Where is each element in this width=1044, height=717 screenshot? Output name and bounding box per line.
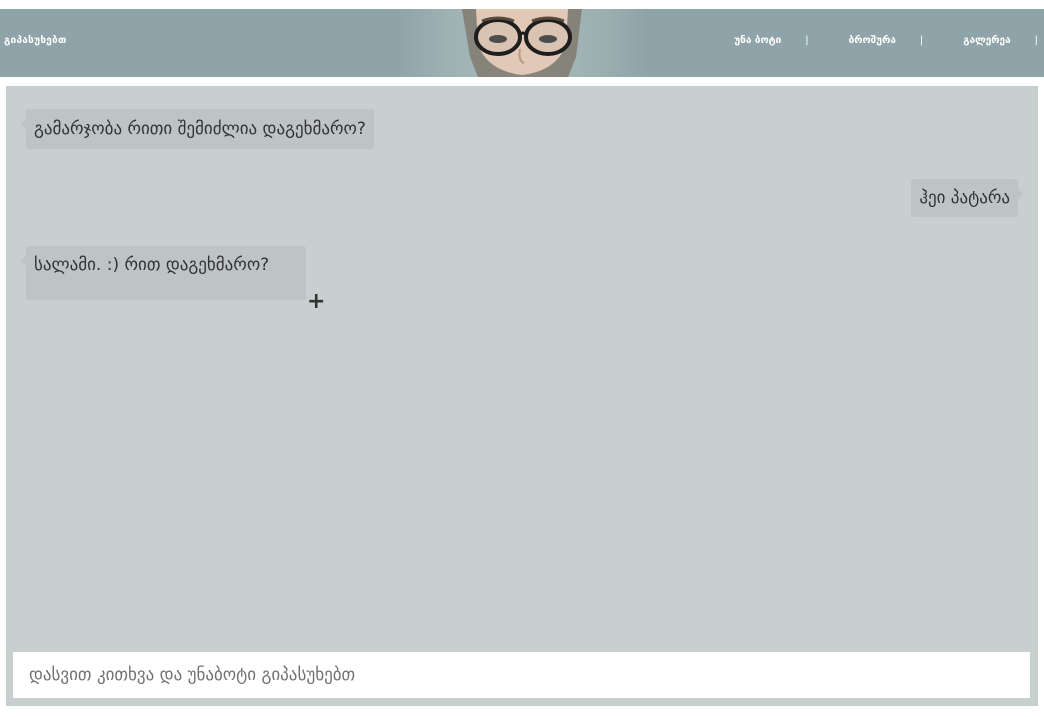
user-message-bubble: ჰეი პატარა [911, 179, 1023, 217]
nav-separator: | [1034, 35, 1038, 46]
chat-message-input[interactable] [13, 652, 1030, 698]
site-header: გიპასუხებთ უნა ბოტი | ბროშურა | გალერეა [0, 9, 1044, 77]
chat-window[interactable]: გამარჯობა რითი შემიძლია დაგეხმარო? ჰეი პ… [6, 86, 1038, 706]
bot-message-bubble: გამარჯობა რითი შემიძლია დაგეხმარო? [21, 109, 374, 149]
nav-separator: | [919, 35, 924, 46]
brand-logo-text[interactable]: გიპასუხებთ [4, 35, 67, 46]
nav-item-unabot[interactable]: უნა ბოტი [734, 35, 781, 46]
header-portrait-image [398, 9, 648, 77]
plus-icon: + [307, 289, 326, 314]
bot-message-bubble: სალამი. :) რით დაგეხმარო? [21, 246, 306, 300]
nav-item-gallery[interactable]: გალერეა [963, 35, 1010, 46]
nav-separator: | [805, 35, 809, 46]
main-nav: უნა ბოტი | ბროშურა | გალერეა | [734, 35, 1038, 46]
woman-with-glasses-icon [462, 9, 582, 77]
nav-item-brochure[interactable]: ბროშურა [849, 35, 896, 46]
